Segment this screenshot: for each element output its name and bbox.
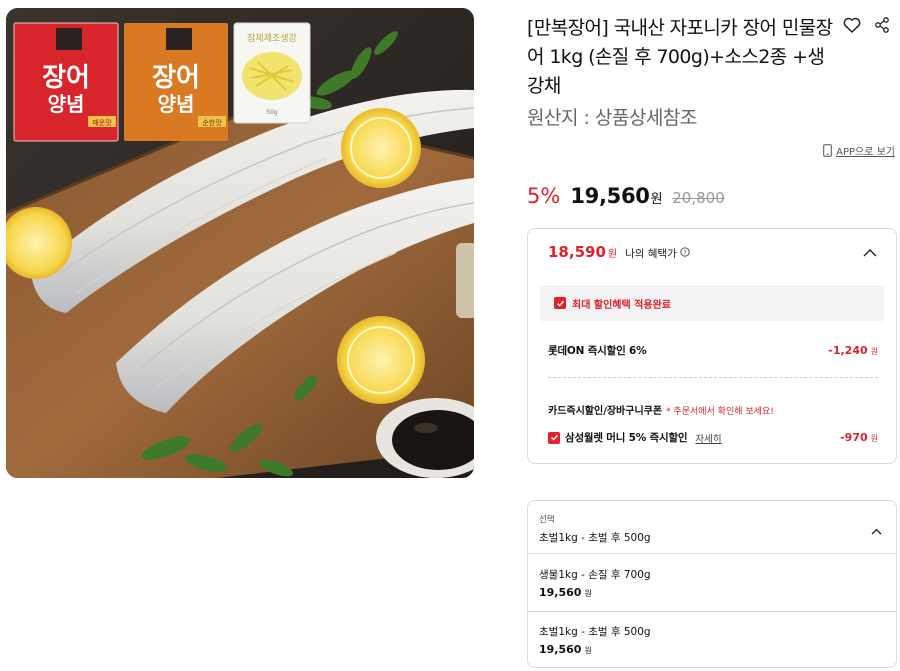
svg-text:양념: 양념 — [158, 92, 195, 116]
option-item-price: 19,560 원 — [539, 586, 592, 599]
wish-button[interactable] — [841, 14, 863, 36]
benefit-price-unit: 원 — [607, 249, 618, 260]
price-row: 5% 19,560원 20,800 — [527, 184, 725, 208]
svg-text:50g: 50g — [266, 109, 278, 116]
lotte-discount-value: -1,240 — [828, 344, 868, 357]
lotte-discount-unit: 원 — [870, 347, 878, 356]
app-view-label: APP으로 보기 — [836, 147, 895, 158]
option-item-name: 생물1kg - 손질 후 700g — [539, 569, 651, 581]
option-item-price: 19,560 원 — [539, 643, 592, 656]
sauce-pack-mild: 장어 양념 순한맛 — [124, 23, 228, 141]
product-info: [만복장어] 국내산 자포니카 장어 민물장어 1kg (손질 후 700g)+… — [527, 0, 897, 671]
svg-text:장어: 장어 — [42, 63, 90, 93]
svg-text:매운맛: 매운맛 — [92, 118, 112, 127]
share-icon — [875, 17, 889, 33]
product-photo: 장어 양념 매운맛 장어 양념 순한맛 참제제조생강 50g — [6, 8, 474, 478]
benefit-header: 18,590 원 나의 혜택가 ? — [548, 243, 690, 261]
samsung-discount-left: 삼성월렛 머니 5% 즉시할인 자세히 — [548, 430, 722, 445]
card-discount-note: * 주문서에서 확인해 보세요! — [666, 407, 774, 417]
svg-text:장어: 장어 — [152, 63, 200, 93]
sale-price: 19,560원 — [570, 184, 662, 208]
option-item-price-unit: 원 — [584, 589, 592, 598]
samsung-discount-row: 삼성월렛 머니 5% 즉시할인 자세히 -970 원 — [548, 430, 878, 445]
samsung-discount-amount: -970 원 — [840, 431, 878, 444]
option-item-price-unit: 원 — [584, 646, 592, 655]
samsung-detail-link[interactable]: 자세히 — [695, 431, 721, 445]
option-item-price-value: 19,560 — [539, 643, 582, 656]
card-discount-title: 카드즉시할인/장바구니쿠폰 * 주문서에서 확인해 보세요! — [548, 402, 774, 417]
app-view-link[interactable]: APP으로 보기 — [823, 143, 895, 158]
heart-icon — [843, 17, 861, 33]
chevron-up-icon — [863, 249, 877, 257]
option-item[interactable]: 생물1kg - 손질 후 700g 19,560 원 — [528, 555, 896, 612]
origin-text: 원산지 : 상품상세참조 — [527, 107, 697, 129]
chevron-up-icon — [871, 520, 882, 539]
svg-text:순한맛: 순한맛 — [202, 118, 222, 127]
samsung-discount-value: -970 — [840, 431, 868, 444]
card-discount-label: 카드즉시할인/장바구니쿠폰 — [548, 406, 663, 417]
option-caption: 선택 — [539, 515, 555, 525]
svg-text:?: ? — [683, 248, 686, 256]
option-selected-value: 초벌1kg - 초벌 후 500g — [539, 532, 651, 544]
lotte-discount-amount: -1,240 원 — [828, 344, 878, 357]
sale-price-value: 19,560 — [570, 184, 650, 208]
samsung-checkbox[interactable] — [548, 431, 560, 444]
option-item[interactable]: 초벌1kg - 초벌 후 500g 19,560 원 — [528, 612, 896, 667]
lotte-discount-label: 롯데ON 즉시할인 6% — [548, 345, 647, 357]
samsung-discount-label: 삼성월렛 머니 5% 즉시할인 — [565, 432, 688, 444]
option-selector: 선택 초벌1kg - 초벌 후 500g 생물1kg - 손질 후 700g 1… — [527, 500, 897, 668]
option-dropdown[interactable]: 선택 초벌1kg - 초벌 후 500g — [528, 501, 896, 554]
benefit-panel: 18,590 원 나의 혜택가 ? 최대 할인혜택 적용완료 롯데ON 즉시할인… — [527, 228, 897, 464]
svg-text:참제제조생강: 참제제조생강 — [247, 33, 297, 44]
sale-price-unit: 원 — [650, 192, 663, 207]
svg-text:양념: 양념 — [48, 92, 85, 116]
product-title: [만복장어] 국내산 자포니카 장어 민물장어 1kg (손질 후 700g)+… — [527, 17, 833, 97]
phone-icon — [823, 144, 832, 157]
share-button[interactable] — [871, 14, 893, 36]
lotte-discount-row: 롯데ON 즉시할인 6% -1,240 원 — [548, 343, 878, 358]
original-price: 20,800 — [672, 189, 725, 207]
sauce-pack-hot: 장어 양념 매운맛 — [13, 22, 119, 142]
samsung-discount-unit: 원 — [870, 434, 878, 443]
option-item-name: 초벌1kg - 초벌 후 500g — [539, 626, 651, 638]
discount-rate: 5% — [527, 184, 561, 208]
benefit-label: 나의 혜택가 — [625, 248, 677, 260]
benefit-price: 18,590 — [548, 243, 606, 261]
product-image[interactable]: 장어 양념 매운맛 장어 양념 순한맛 참제제조생강 50g — [6, 8, 474, 478]
ginger-pack: 참제제조생강 50g — [233, 22, 311, 124]
benefit-collapse-button[interactable] — [860, 243, 880, 263]
option-item-price-value: 19,560 — [539, 586, 582, 599]
max-benefit-label: 최대 할인혜택 적용완료 — [572, 299, 671, 311]
divider — [548, 377, 878, 378]
checkbox-checked-icon — [554, 297, 566, 309]
help-icon[interactable]: ? — [680, 247, 690, 257]
max-benefit-applied[interactable]: 최대 할인혜택 적용완료 — [540, 285, 884, 321]
